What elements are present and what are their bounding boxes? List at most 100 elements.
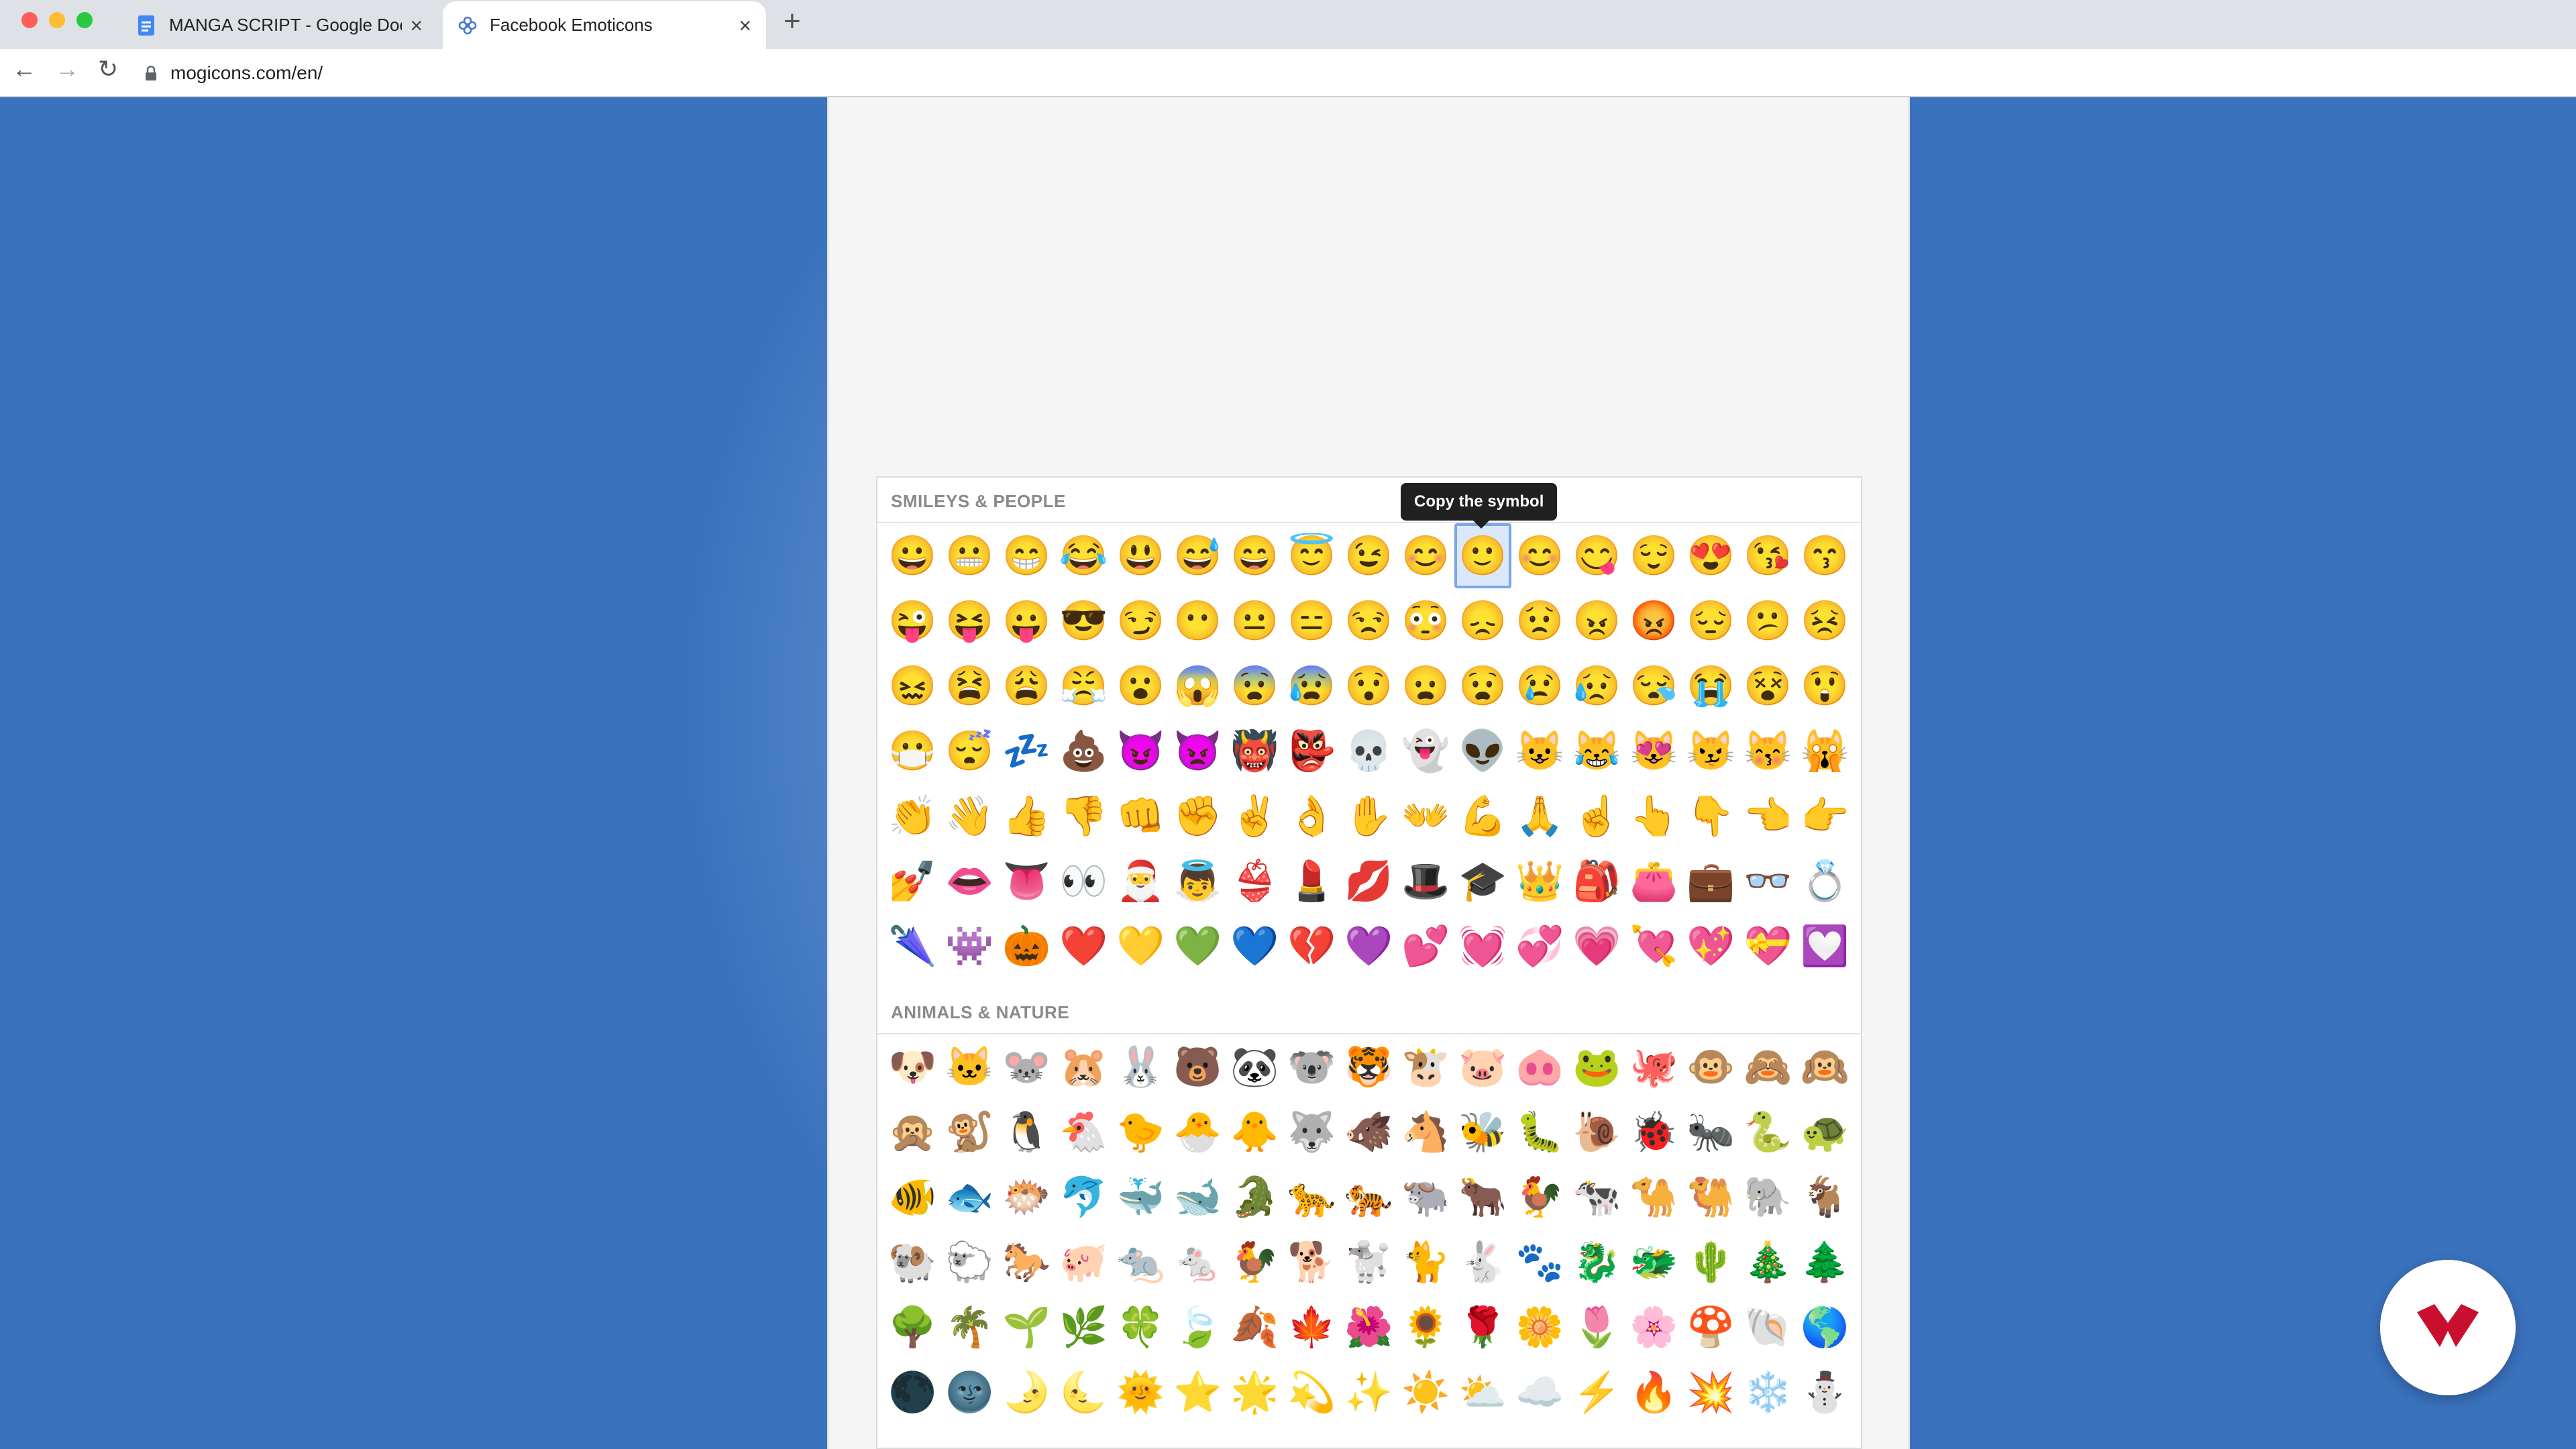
emoji-cell[interactable]: 🐊 xyxy=(1226,1165,1283,1230)
emoji-cell[interactable]: 🌿 xyxy=(1055,1295,1112,1360)
emoji-cell[interactable]: 🐀 xyxy=(1112,1230,1169,1295)
minimize-window-button[interactable] xyxy=(49,12,65,28)
emoji-cell[interactable]: 💍 xyxy=(1796,849,1854,914)
emoji-cell[interactable]: 💕 xyxy=(1397,914,1454,979)
new-tab-button[interactable]: + xyxy=(784,7,801,36)
emoji-cell[interactable]: 🐗 xyxy=(1340,1099,1397,1165)
emoji-cell[interactable]: 🐫 xyxy=(1682,1165,1739,1230)
emoji-cell[interactable]: 😤 xyxy=(1055,653,1112,718)
emoji-cell[interactable]: 🍃 xyxy=(1169,1295,1226,1360)
emoji-cell[interactable]: 🌂 xyxy=(884,914,941,979)
emoji-cell[interactable]: 😍 xyxy=(1682,523,1739,588)
back-arrow-icon[interactable]: ← xyxy=(12,57,36,81)
emoji-cell[interactable]: 😅 xyxy=(1169,523,1226,588)
emoji-cell[interactable]: 🐪 xyxy=(1625,1165,1682,1230)
emoji-cell[interactable]: 🐃 xyxy=(1397,1165,1454,1230)
emoji-cell[interactable]: 😻 xyxy=(1625,718,1682,784)
close-window-button[interactable] xyxy=(21,12,38,28)
emoji-cell[interactable]: 💙 xyxy=(1226,914,1283,979)
emoji-cell[interactable]: 🐓 xyxy=(1226,1230,1283,1295)
emoji-cell[interactable]: 🐨 xyxy=(1283,1034,1340,1099)
emoji-cell[interactable]: 😁 xyxy=(998,523,1055,588)
emoji-cell[interactable]: 😑 xyxy=(1283,588,1340,653)
emoji-cell[interactable]: ✌️ xyxy=(1226,784,1283,849)
emoji-cell[interactable]: 🌲 xyxy=(1796,1230,1854,1295)
emoji-cell[interactable]: 🐌 xyxy=(1568,1099,1625,1165)
emoji-cell[interactable]: 🐳 xyxy=(1112,1165,1169,1230)
emoji-cell[interactable]: 😈 xyxy=(1112,718,1169,784)
emoji-cell[interactable]: 😺 xyxy=(1511,718,1568,784)
emoji-cell[interactable]: 🐚 xyxy=(1739,1295,1796,1360)
emoji-cell[interactable]: 🐖 xyxy=(1055,1230,1112,1295)
emoji-cell[interactable]: 🌳 xyxy=(884,1295,941,1360)
emoji-cell[interactable]: 🐎 xyxy=(998,1230,1055,1295)
emoji-cell[interactable]: 😱 xyxy=(1169,653,1226,718)
emoji-cell[interactable]: 😌 xyxy=(1625,523,1682,588)
reload-icon[interactable]: ↻ xyxy=(98,57,118,81)
emoji-cell[interactable]: 👑 xyxy=(1511,849,1568,914)
emoji-cell[interactable]: 💛 xyxy=(1112,914,1169,979)
emoji-cell[interactable]: 😼 xyxy=(1682,718,1739,784)
emoji-cell[interactable]: 🌹 xyxy=(1454,1295,1511,1360)
emoji-cell[interactable]: 😕 xyxy=(1739,588,1796,653)
emoji-cell[interactable]: ❄️ xyxy=(1739,1360,1796,1425)
emoji-cell[interactable]: ✊ xyxy=(1169,784,1226,849)
emoji-cell[interactable]: 🐮 xyxy=(1397,1034,1454,1099)
emoji-cell[interactable]: 🐾 xyxy=(1511,1230,1568,1295)
emoji-cell[interactable]: 🐰 xyxy=(1112,1034,1169,1099)
emoji-cell[interactable]: 👄 xyxy=(941,849,998,914)
emoji-cell[interactable]: 🌴 xyxy=(941,1295,998,1360)
close-tab-icon[interactable]: × xyxy=(410,15,423,36)
emoji-cell[interactable]: 😐 xyxy=(1226,588,1283,653)
emoji-cell[interactable]: 😢 xyxy=(1511,653,1568,718)
emoji-cell[interactable]: 💼 xyxy=(1682,849,1739,914)
emoji-cell[interactable]: 👎 xyxy=(1055,784,1112,849)
emoji-cell[interactable]: 🌸 xyxy=(1625,1295,1682,1360)
emoji-cell[interactable]: ✋ xyxy=(1340,784,1397,849)
emoji-cell[interactable]: 👐 xyxy=(1397,784,1454,849)
emoji-cell[interactable]: 🐭 xyxy=(998,1034,1055,1099)
emoji-cell[interactable]: 💋 xyxy=(1340,849,1397,914)
emoji-cell[interactable]: 🐬 xyxy=(1055,1165,1112,1230)
emoji-cell[interactable]: 😇 xyxy=(1283,523,1340,588)
emoji-cell[interactable]: 🐸 xyxy=(1568,1034,1625,1099)
emoji-cell[interactable]: 🐻 xyxy=(1169,1034,1226,1099)
emoji-cell[interactable]: 💜 xyxy=(1340,914,1397,979)
emoji-cell[interactable]: 🐈 xyxy=(1397,1230,1454,1295)
emoji-cell[interactable]: 🐽 xyxy=(1511,1034,1568,1099)
emoji-cell[interactable]: 🐒 xyxy=(941,1099,998,1165)
emoji-cell[interactable]: 🐹 xyxy=(1055,1034,1112,1099)
emoji-cell[interactable]: 👌 xyxy=(1283,784,1340,849)
emoji-cell[interactable]: 🙉 xyxy=(1796,1034,1854,1099)
emoji-cell[interactable]: 😟 xyxy=(1511,588,1568,653)
emoji-cell[interactable]: 😽 xyxy=(1739,718,1796,784)
emoji-cell[interactable]: 🐵 xyxy=(1682,1034,1739,1099)
emoji-cell[interactable]: 💪 xyxy=(1454,784,1511,849)
emoji-cell[interactable]: 🐟 xyxy=(941,1165,998,1230)
emoji-cell[interactable]: 💘 xyxy=(1625,914,1682,979)
emoji-cell[interactable]: 🐍 xyxy=(1739,1099,1796,1165)
emoji-cell[interactable]: 🐂 xyxy=(1454,1165,1511,1230)
emoji-cell[interactable]: 🐜 xyxy=(1682,1099,1739,1165)
emoji-cell[interactable]: ☝️ xyxy=(1568,784,1625,849)
emoji-cell[interactable]: 🌱 xyxy=(998,1295,1055,1360)
forward-arrow-icon[interactable]: → xyxy=(55,57,79,81)
emoji-cell[interactable]: 👽 xyxy=(1454,718,1511,784)
emoji-cell[interactable]: 🐋 xyxy=(1169,1165,1226,1230)
emoji-cell[interactable]: 😶 xyxy=(1169,588,1226,653)
emoji-cell[interactable]: 😀 xyxy=(884,523,941,588)
emoji-cell[interactable]: 🐡 xyxy=(998,1165,1055,1230)
emoji-cell[interactable]: 🌚 xyxy=(941,1360,998,1425)
emoji-cell[interactable]: 🐺 xyxy=(1283,1099,1340,1165)
emoji-cell[interactable]: 🙊 xyxy=(884,1099,941,1165)
emoji-cell[interactable]: 🍄 xyxy=(1682,1295,1739,1360)
emoji-cell[interactable]: 😦 xyxy=(1397,653,1454,718)
emoji-cell[interactable]: 😮 xyxy=(1112,653,1169,718)
emoji-cell[interactable]: 👙 xyxy=(1226,849,1283,914)
emoji-cell[interactable]: 🐢 xyxy=(1796,1099,1854,1165)
emoji-cell[interactable]: 🐩 xyxy=(1340,1230,1397,1295)
emoji-cell[interactable]: ⛅ xyxy=(1454,1360,1511,1425)
emoji-cell[interactable]: 🌟 xyxy=(1226,1360,1283,1425)
emoji-cell[interactable]: 🙏 xyxy=(1511,784,1568,849)
emoji-cell[interactable]: 😙 xyxy=(1796,523,1854,588)
